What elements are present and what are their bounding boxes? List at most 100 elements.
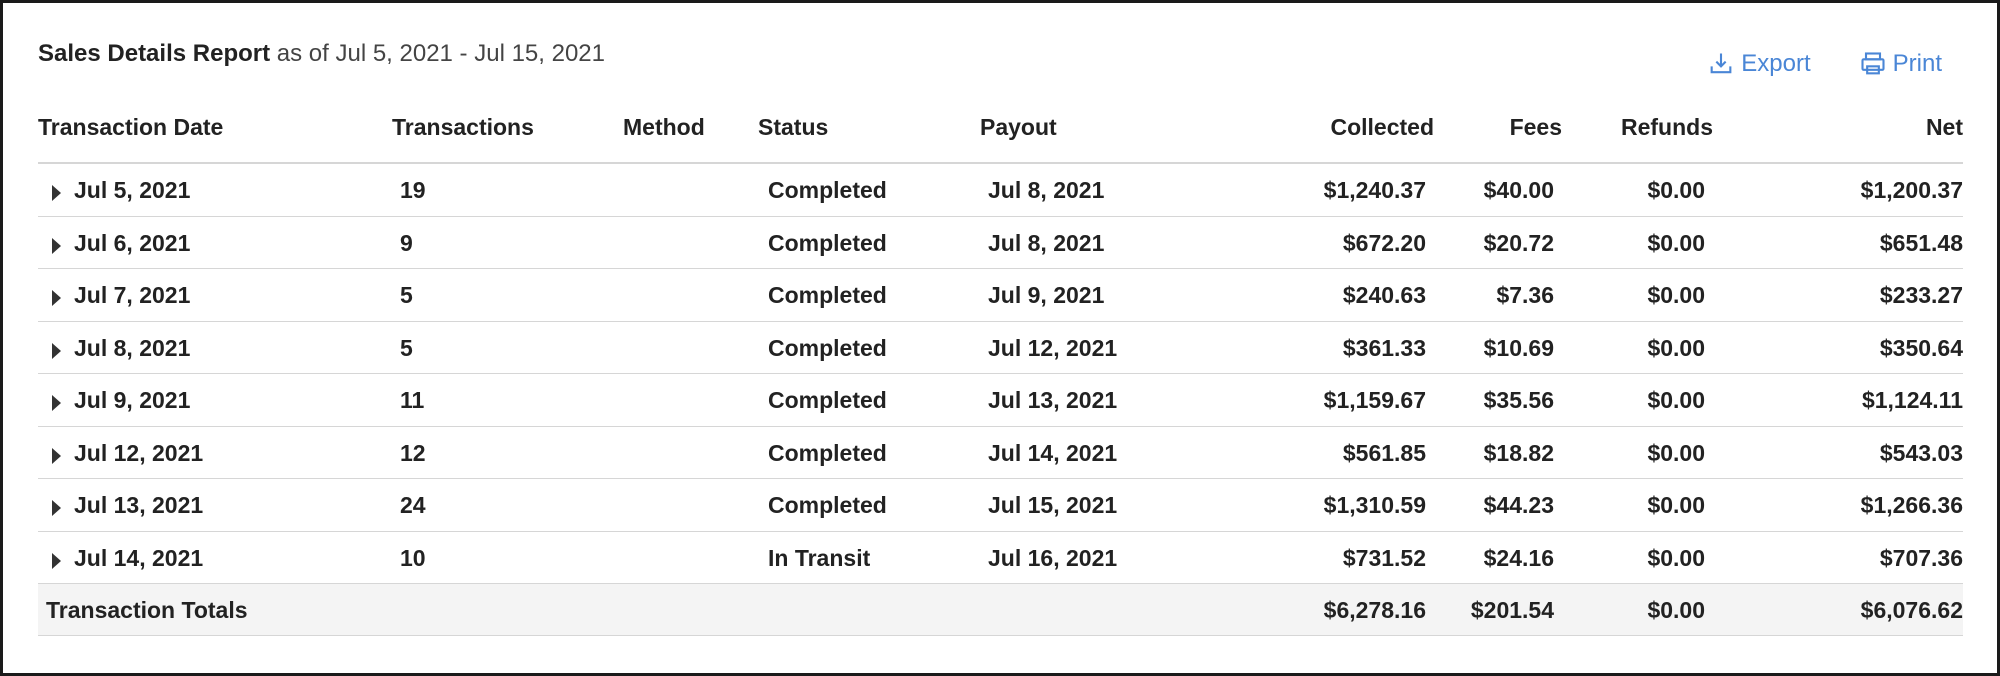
sales-table: Transaction Date Transactions Method Sta…	[38, 100, 1963, 636]
report-title-text: Sales Details Report	[38, 40, 271, 67]
cell-net: $233.27	[1879, 282, 1963, 308]
table-row[interactable]: Jul 6, 2021 9 Completed Jul 8, 2021 $672.20 $…	[38, 217, 1963, 269]
table-row[interactable]: Jul 5, 2021 19 Completed Jul 8, 2021 $1,240.…	[38, 164, 1963, 217]
cell-status: Completed	[768, 387, 887, 413]
cell-transaction-date: Jul 8, 2021	[74, 334, 191, 361]
col-net[interactable]: Net	[1926, 114, 1963, 141]
cell-net: $651.48	[1879, 229, 1963, 256]
cell-refunds: $0.00	[1647, 177, 1705, 203]
table-row[interactable]: Jul 7, 2021 5 Completed Jul 9, 2021 $240.63 $…	[38, 269, 1963, 322]
cell-refunds: $0.00	[1647, 334, 1705, 361]
cell-payout: Jul 8, 2021	[988, 177, 1105, 203]
export-label: Export	[1741, 50, 1811, 77]
cell-collected: $672.20	[1342, 229, 1426, 256]
totals-collected: $6,278.16	[1323, 597, 1426, 623]
col-transactions[interactable]: Transactions	[392, 114, 534, 141]
print-button[interactable]: Print	[1859, 50, 1942, 78]
cell-net: $1,266.36	[1860, 492, 1963, 518]
cell-transaction-date: Jul 7, 2021	[74, 282, 191, 308]
cell-fees: $24.16	[1483, 544, 1554, 571]
cell-fees: $35.56	[1483, 387, 1554, 413]
cell-transactions: 10	[400, 544, 426, 571]
cell-net: $1,124.11	[1861, 387, 1963, 413]
cell-payout: Jul 14, 2021	[988, 439, 1118, 466]
cell-status: In Transit	[768, 544, 871, 571]
cell-payout: Jul 9, 2021	[988, 282, 1105, 308]
cell-status: Completed	[768, 282, 887, 308]
table-row[interactable]: Jul 9, 2021 11 Completed Jul 13, 2021 $1,159…	[38, 374, 1963, 427]
col-payout[interactable]: Payout	[980, 114, 1057, 141]
cell-collected: $240.63	[1342, 282, 1426, 308]
expand-row-caret-icon[interactable]	[52, 237, 61, 254]
totals-row: Transaction Totals $6,278.16 $201.54 $0.…	[38, 584, 1963, 636]
cell-payout: Jul 16, 2021	[988, 544, 1118, 571]
cell-transactions: 5	[400, 334, 413, 361]
expand-row-caret-icon[interactable]	[52, 342, 61, 359]
expand-row-caret-icon[interactable]	[52, 500, 61, 516]
report-date-range: as of Jul 5, 2021 - Jul 15, 2021	[276, 40, 605, 67]
cell-payout: Jul 13, 2021	[988, 387, 1118, 413]
totals-fees: $201.54	[1470, 597, 1554, 623]
cell-transaction-date: Jul 9, 2021	[74, 387, 191, 413]
cell-refunds: $0.00	[1647, 439, 1705, 466]
table-row[interactable]: Jul 8, 2021 5 Completed Jul 12, 2021 $361.33…	[38, 322, 1963, 374]
cell-transaction-date: Jul 14, 2021	[74, 544, 204, 571]
col-transaction-date[interactable]: Transaction Date	[38, 114, 223, 141]
cell-collected: $1,310.59	[1323, 492, 1426, 518]
expand-row-caret-icon[interactable]	[52, 290, 61, 306]
printer-icon	[1861, 52, 1885, 75]
cell-refunds: $0.00	[1647, 492, 1705, 518]
cell-payout: Jul 15, 2021	[988, 492, 1118, 518]
cell-transactions: 12	[400, 439, 426, 466]
expand-row-caret-icon[interactable]	[52, 185, 61, 201]
totals-refunds: $0.00	[1647, 597, 1705, 623]
col-status[interactable]: Status	[758, 114, 828, 141]
expand-row-caret-icon[interactable]	[52, 395, 61, 411]
cell-status: Completed	[768, 177, 887, 203]
col-method[interactable]: Method	[623, 114, 705, 141]
cell-status: Completed	[768, 334, 887, 361]
cell-transactions: 5	[400, 282, 413, 308]
expand-row-caret-icon[interactable]	[52, 552, 61, 569]
cell-fees: $40.00	[1483, 177, 1554, 203]
cell-fees: $44.23	[1483, 492, 1554, 518]
col-refunds[interactable]: Refunds	[1621, 114, 1713, 141]
cell-payout: Jul 12, 2021	[988, 334, 1118, 361]
cell-fees: $20.72	[1483, 229, 1554, 256]
cell-net: $1,200.37	[1860, 177, 1963, 203]
cell-fees: $7.36	[1496, 282, 1554, 308]
cell-refunds: $0.00	[1647, 544, 1705, 571]
cell-net: $350.64	[1879, 334, 1963, 361]
cell-collected: $1,159.67	[1323, 387, 1426, 413]
cell-net: $543.03	[1879, 439, 1963, 466]
table-row[interactable]: Jul 12, 2021 12 Completed Jul 14, 2021 $561.…	[38, 427, 1963, 479]
cell-transaction-date: Jul 13, 2021	[74, 492, 204, 518]
cell-refunds: $0.00	[1647, 282, 1705, 308]
cell-transactions: 11	[400, 387, 425, 413]
totals-label: Transaction Totals	[46, 597, 248, 623]
table-row[interactable]: Jul 13, 2021 24 Completed Jul 15, 2021 $1,31…	[38, 479, 1963, 532]
cell-collected: $561.85	[1342, 439, 1426, 466]
cell-status: Completed	[768, 229, 887, 256]
cell-fees: $10.69	[1483, 334, 1554, 361]
cell-refunds: $0.00	[1647, 387, 1705, 413]
expand-row-caret-icon[interactable]	[52, 447, 61, 464]
export-button[interactable]: Export	[1707, 50, 1811, 78]
cell-refunds: $0.00	[1647, 229, 1705, 256]
cell-status: Completed	[768, 439, 887, 466]
cell-payout: Jul 8, 2021	[988, 229, 1105, 256]
table-row[interactable]: Jul 14, 2021 10 In Transit Jul 16, 2021 $731…	[38, 532, 1963, 584]
totals-net: $6,076.62	[1860, 597, 1963, 623]
cell-transaction-date: Jul 12, 2021	[74, 439, 204, 466]
col-fees[interactable]: Fees	[1510, 114, 1562, 141]
cell-collected: $731.52	[1342, 544, 1426, 571]
cell-collected: $361.33	[1342, 334, 1426, 361]
cell-transactions: 24	[400, 492, 426, 518]
col-collected[interactable]: Collected	[1330, 114, 1434, 141]
cell-status: Completed	[768, 492, 887, 518]
table-header: Transaction Date Transactions Method Sta…	[38, 100, 1963, 164]
cell-transactions: 9	[400, 229, 413, 256]
print-label: Print	[1892, 50, 1942, 77]
cell-collected: $1,240.37	[1323, 177, 1426, 203]
cell-fees: $18.82	[1483, 439, 1554, 466]
